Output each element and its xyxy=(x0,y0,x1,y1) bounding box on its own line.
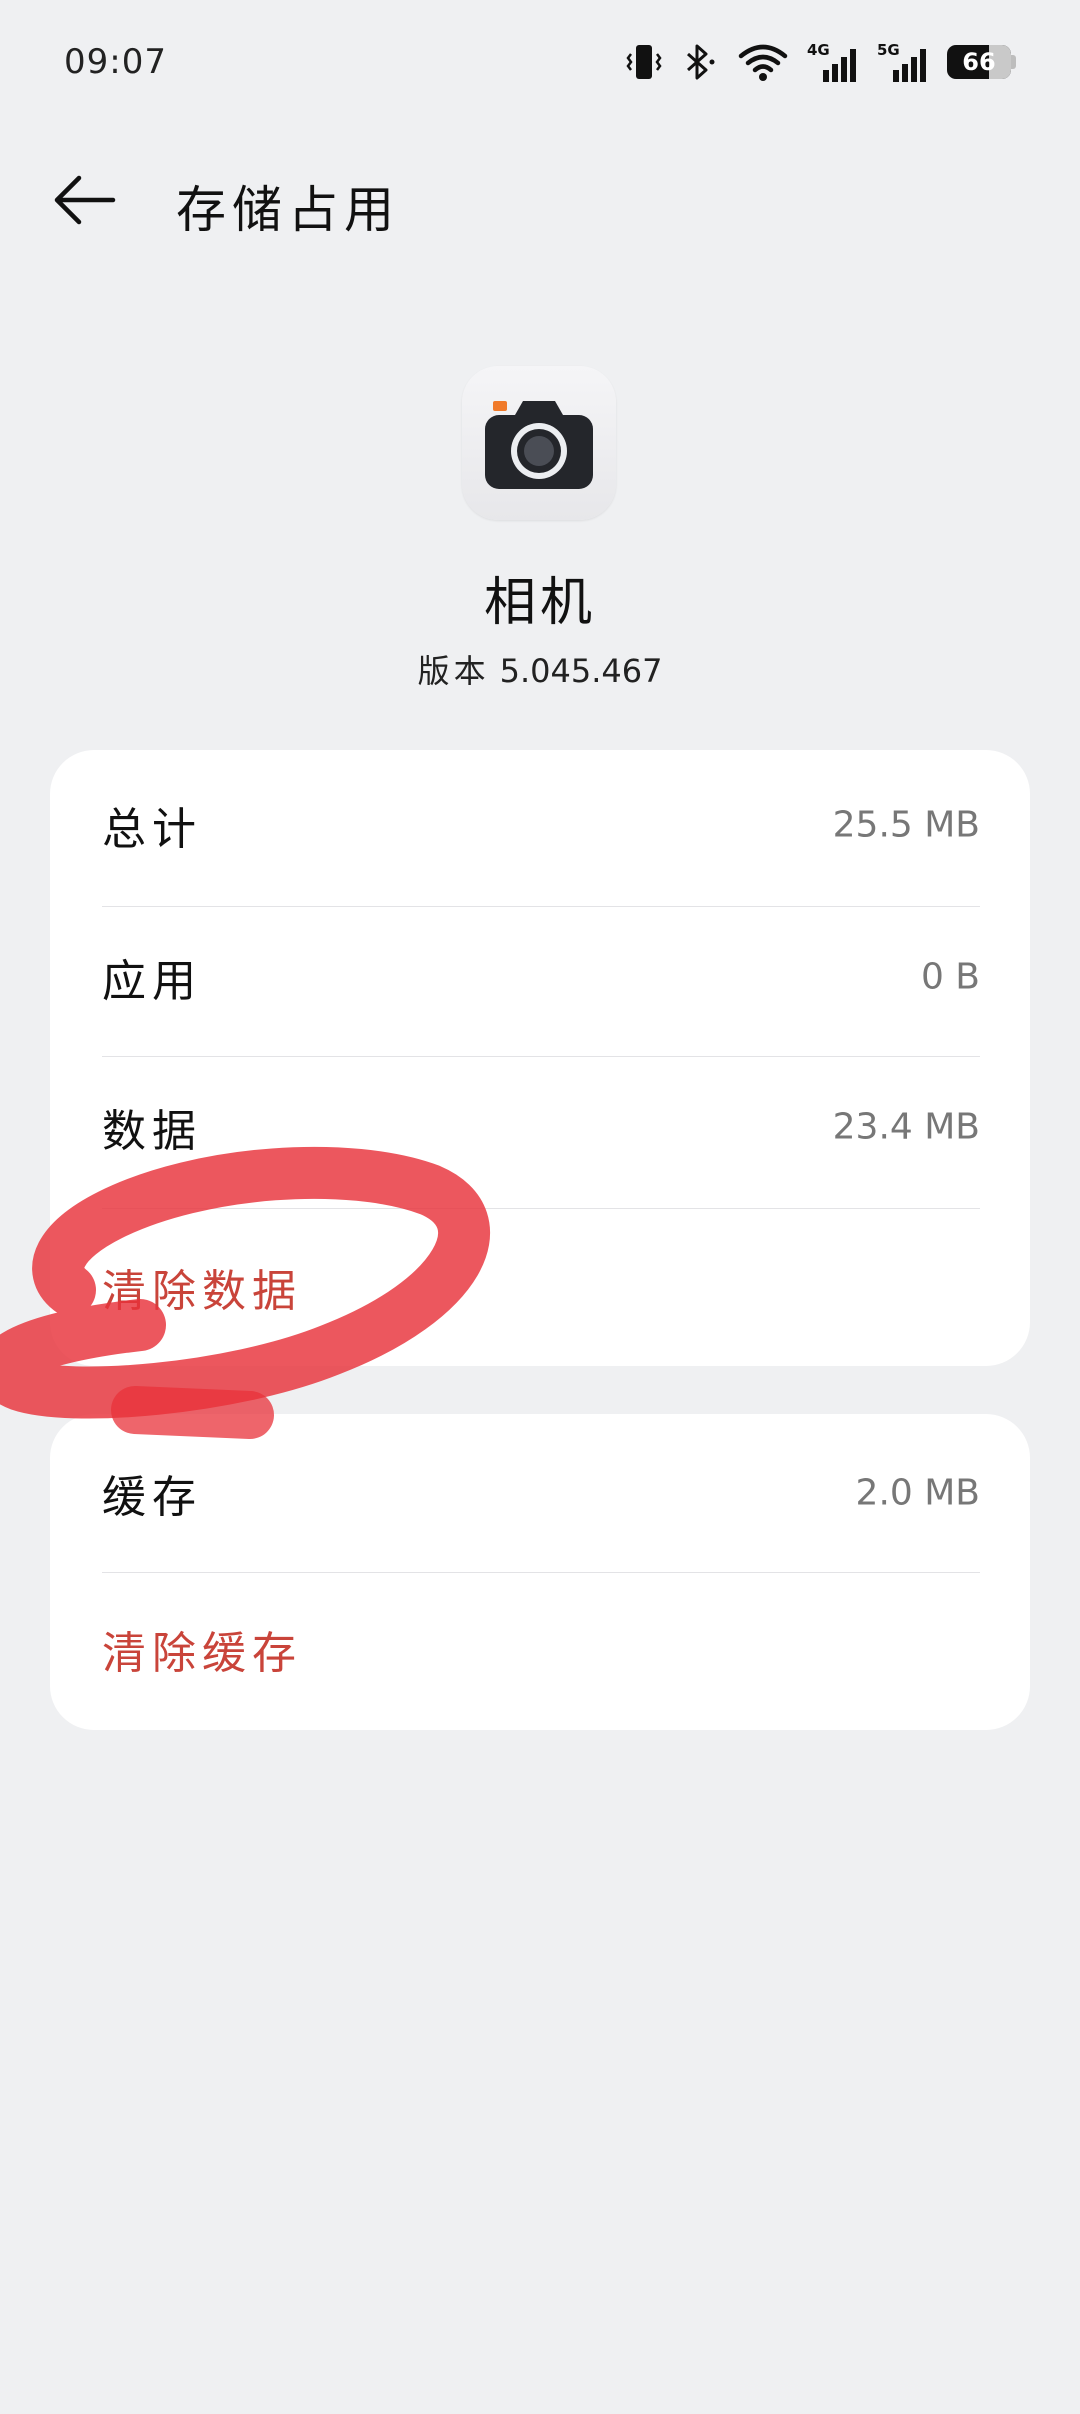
app-size-value: 0 B xyxy=(920,956,980,998)
signal-5g-label: 5G xyxy=(877,41,900,59)
status-bar: 09:07 4G 5G 66 xyxy=(0,0,1080,130)
clear-cache-button[interactable]: 清除缓存 xyxy=(102,1574,980,1724)
camera-app-icon xyxy=(462,366,616,520)
version-value: 5.045.467 xyxy=(499,652,663,690)
row-app: 应用 0 B xyxy=(102,902,980,1052)
status-icons: 4G 5G 66 xyxy=(625,40,1016,84)
cache-label: 缓存 xyxy=(102,1472,202,1523)
app-header: 存储占用 xyxy=(0,150,1080,250)
battery-level: 66 xyxy=(962,48,996,76)
bluetooth-icon xyxy=(681,42,719,82)
app-version: 版本 5.045.467 xyxy=(0,646,1080,692)
clear-cache-label: 清除缓存 xyxy=(102,1628,302,1679)
signal-4g-label: 4G xyxy=(807,41,830,59)
clear-data-button[interactable]: 清除数据 xyxy=(102,1212,980,1362)
app-size-label: 应用 xyxy=(102,956,202,1007)
total-label: 总计 xyxy=(102,804,202,855)
divider xyxy=(102,1572,980,1573)
row-total: 总计 25.5 MB xyxy=(102,750,980,900)
cache-value: 2.0 MB xyxy=(855,1472,980,1514)
status-time: 09:07 xyxy=(64,42,167,82)
clear-data-label: 清除数据 xyxy=(102,1266,302,1317)
version-label: 版本 xyxy=(417,652,490,690)
row-cache: 缓存 2.0 MB xyxy=(102,1418,980,1568)
signal-4g-icon: 4G xyxy=(807,40,859,84)
total-value: 25.5 MB xyxy=(832,804,980,846)
page-title: 存储占用 xyxy=(176,181,400,239)
row-data: 数据 23.4 MB xyxy=(102,1052,980,1202)
cache-card: 缓存 2.0 MB 清除缓存 xyxy=(50,1414,1030,1730)
back-button[interactable] xyxy=(48,168,120,232)
battery-icon: 66 xyxy=(947,45,1016,79)
data-value: 23.4 MB xyxy=(832,1106,980,1148)
signal-5g-icon: 5G xyxy=(877,40,929,84)
app-name: 相机 xyxy=(483,573,596,633)
arrow-left-icon xyxy=(54,175,116,225)
vibrate-icon xyxy=(625,42,663,82)
data-label: 数据 xyxy=(102,1106,202,1157)
wifi-icon xyxy=(737,42,789,82)
divider xyxy=(102,1208,980,1209)
storage-card: 总计 25.5 MB 应用 0 B 数据 23.4 MB 清除数据 xyxy=(50,750,1030,1366)
camera-icon xyxy=(485,401,593,489)
